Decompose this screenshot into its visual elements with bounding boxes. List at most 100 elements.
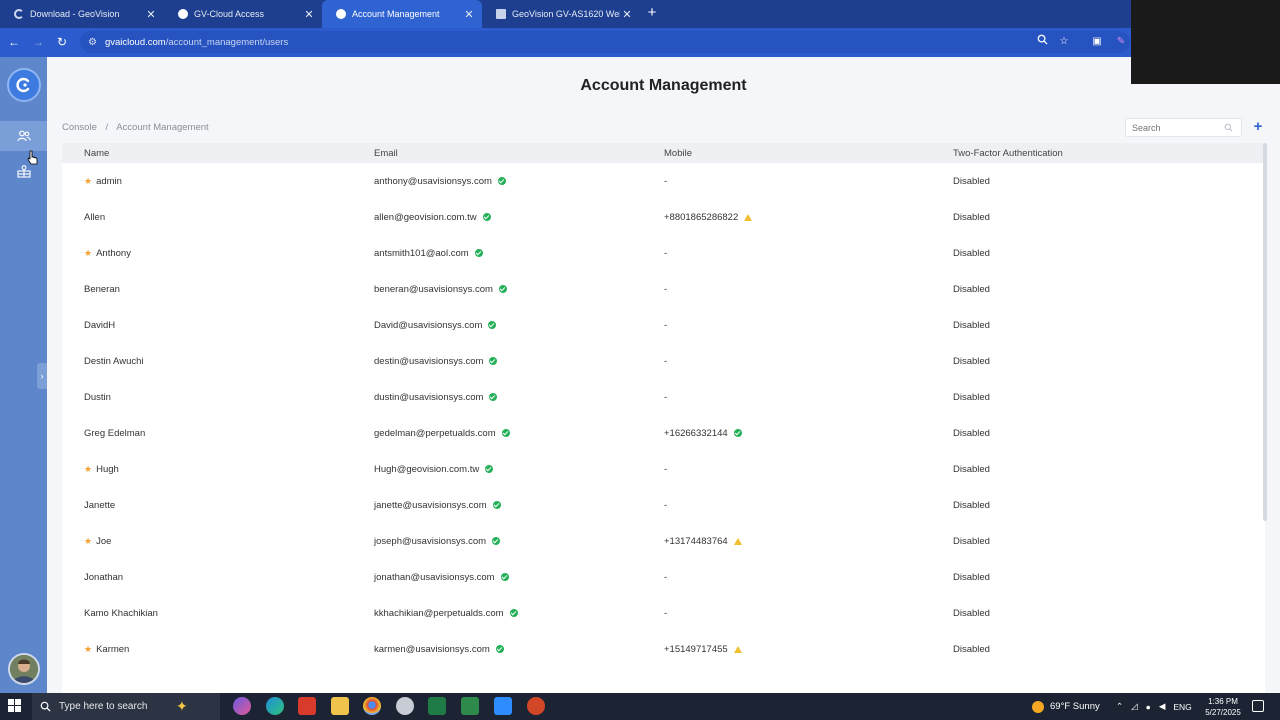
sidebar-expand-handle[interactable]: › (37, 363, 47, 389)
search-input[interactable] (1132, 122, 1224, 133)
extension-icon[interactable]: ▣ (1090, 34, 1104, 50)
table-row[interactable]: ★ Joe joseph@usavisionsys.com +13174483764 D… (62, 523, 1265, 559)
table-row[interactable]: ★ Anthony antsmith101@aol.com - Disabled (62, 235, 1265, 271)
weather-widget[interactable]: 69°F Sunny (1032, 693, 1100, 720)
browser-tab-strip: Download - GeoVision ✕ GV-Cloud Access ✕… (0, 0, 1280, 28)
taskbar-search[interactable]: Type here to search ✦ (32, 693, 220, 720)
user-name[interactable]: Allen (84, 212, 105, 223)
verified-icon (492, 501, 501, 509)
windows-start-icon[interactable] (8, 699, 22, 713)
address-bar[interactable]: ⚙ gvaicloud.com/account_management/users (80, 31, 1130, 53)
chevron-up-icon[interactable]: ⌃ (1116, 701, 1123, 712)
forward-icon[interactable]: → (30, 34, 46, 50)
gv-cloud-logo[interactable] (7, 68, 41, 102)
close-icon[interactable]: ✕ (620, 8, 634, 21)
app-green-icon[interactable] (461, 697, 479, 715)
tab-gv-cloud-access[interactable]: GV-Cloud Access ✕ (164, 0, 322, 28)
table-row[interactable]: Beneran beneran@usavisionsys.com - Disabled (62, 271, 1265, 307)
user-name[interactable]: Kamo Khachikian (84, 608, 158, 619)
excel-icon[interactable] (428, 697, 446, 715)
table-row[interactable]: Allen allen@geovision.com.tw +880186528682… (62, 199, 1265, 235)
tab-title: GeoVision GV-AS1620 WebCon (512, 9, 620, 19)
table-row[interactable]: Kamo Khachikian kkhachikian@perpetualds.c… (62, 595, 1265, 631)
cell-two-factor: Disabled (953, 415, 990, 451)
microphone-icon[interactable]: ● (1146, 702, 1151, 712)
user-name[interactable]: DavidH (84, 320, 115, 331)
breadcrumb-console[interactable]: Console (62, 122, 97, 133)
user-email: allen@geovision.com.tw (374, 211, 477, 223)
notification-icon[interactable] (1252, 700, 1264, 712)
scrollbar[interactable] (1263, 143, 1267, 521)
app-red-icon[interactable] (298, 697, 316, 715)
table-row[interactable]: Destin Awuchi destin@usavisionsys.com - Dis… (62, 343, 1265, 379)
bookmark-star-icon[interactable]: ☆ (1057, 34, 1071, 50)
user-name[interactable]: admin (96, 176, 122, 187)
column-header-name[interactable]: Name (84, 148, 109, 159)
column-header-two-factor[interactable]: Two-Factor Authentication (953, 148, 1063, 159)
new-tab-button[interactable]: + (644, 5, 660, 21)
column-header-mobile[interactable]: Mobile (664, 148, 692, 159)
copilot-icon[interactable] (233, 697, 251, 715)
user-mobile: +15149717455 (664, 643, 728, 655)
close-icon[interactable]: ✕ (302, 8, 316, 21)
close-icon[interactable]: ✕ (144, 8, 158, 21)
breadcrumb-separator: / (105, 122, 109, 133)
user-name[interactable]: Karmen (96, 644, 129, 655)
column-header-email[interactable]: Email (374, 148, 398, 159)
close-icon[interactable]: ✕ (462, 8, 476, 21)
clock[interactable]: 1:36 PM 5/27/2025 (1200, 696, 1246, 718)
search-box[interactable] (1125, 118, 1242, 137)
user-name[interactable]: Janette (84, 500, 115, 511)
cell-name: Beneran (84, 271, 120, 307)
cell-mobile: - (664, 343, 667, 379)
verified-icon (495, 645, 504, 653)
table-row[interactable]: ★ Karmen karmen@usavisionsys.com +151497174… (62, 631, 1265, 667)
add-user-button[interactable]: + (1249, 118, 1267, 136)
app-gray-icon[interactable] (396, 697, 414, 715)
table-row[interactable]: Jonathan jonathan@usavisionsys.com - Disabl… (62, 559, 1265, 595)
user-name[interactable]: Hugh (96, 464, 119, 475)
language-indicator[interactable]: ENG (1173, 702, 1191, 712)
table-row[interactable]: Greg Edelman gedelman@perpetualds.com +162… (62, 415, 1265, 451)
verified-icon (488, 321, 497, 329)
two-factor-status: Disabled (953, 175, 990, 187)
site-info-icon[interactable]: ⚙ (88, 37, 97, 48)
user-name[interactable]: Dustin (84, 392, 111, 403)
cell-two-factor: Disabled (953, 163, 990, 199)
chrome-icon[interactable] (363, 697, 381, 715)
tab-geovision-webcon[interactable]: GeoVision GV-AS1620 WebCon ✕ (482, 0, 640, 28)
user-mobile: - (664, 319, 668, 331)
file-explorer-icon[interactable] (331, 697, 349, 715)
user-name[interactable]: Destin Awuchi (84, 356, 144, 367)
table-row[interactable]: DavidH David@usavisionsys.com - Disabled (62, 307, 1265, 343)
volume-icon[interactable]: ◀ (1159, 701, 1166, 712)
search-icon[interactable] (1224, 123, 1233, 132)
user-name[interactable]: Joe (96, 536, 111, 547)
user-name[interactable]: Beneran (84, 284, 120, 295)
network-icon[interactable]: ◿ (1131, 701, 1138, 712)
powerpoint-icon[interactable] (527, 697, 545, 715)
tab-download-geovision[interactable]: Download - GeoVision ✕ (0, 0, 164, 28)
edge-icon[interactable] (266, 697, 284, 715)
table-row[interactable]: ★ admin anthony@usavisionsys.com - Disabled (62, 163, 1265, 199)
user-name[interactable]: Anthony (96, 248, 131, 259)
table-row[interactable]: Janette janette@usavisionsys.com - Disabled (62, 487, 1265, 523)
zoom-app-icon[interactable] (494, 697, 512, 715)
user-name[interactable]: Greg Edelman (84, 428, 145, 439)
sidebar-item-users[interactable] (0, 121, 47, 151)
cell-email: janette@usavisionsys.com (374, 487, 501, 523)
zoom-icon[interactable] (1035, 34, 1049, 50)
back-icon[interactable]: ← (6, 34, 22, 50)
reload-icon[interactable]: ↻ (54, 34, 70, 50)
sidebar-item-organization[interactable] (0, 156, 47, 186)
cell-name: DavidH (84, 307, 115, 343)
table-row[interactable]: ★ Hugh Hugh@geovision.com.tw - Disabled (62, 451, 1265, 487)
table-row[interactable]: Dustin dustin@usavisionsys.com - Disabled (62, 379, 1265, 415)
user-name[interactable]: Jonathan (84, 572, 123, 583)
cell-name: Allen (84, 199, 105, 235)
pen-icon[interactable]: ✎ (1114, 34, 1128, 50)
warning-icon (744, 213, 753, 221)
main-content: Account Management Console / Account Man… (47, 57, 1280, 693)
tab-account-management[interactable]: Account Management ✕ (322, 0, 482, 28)
user-avatar[interactable] (8, 653, 40, 685)
